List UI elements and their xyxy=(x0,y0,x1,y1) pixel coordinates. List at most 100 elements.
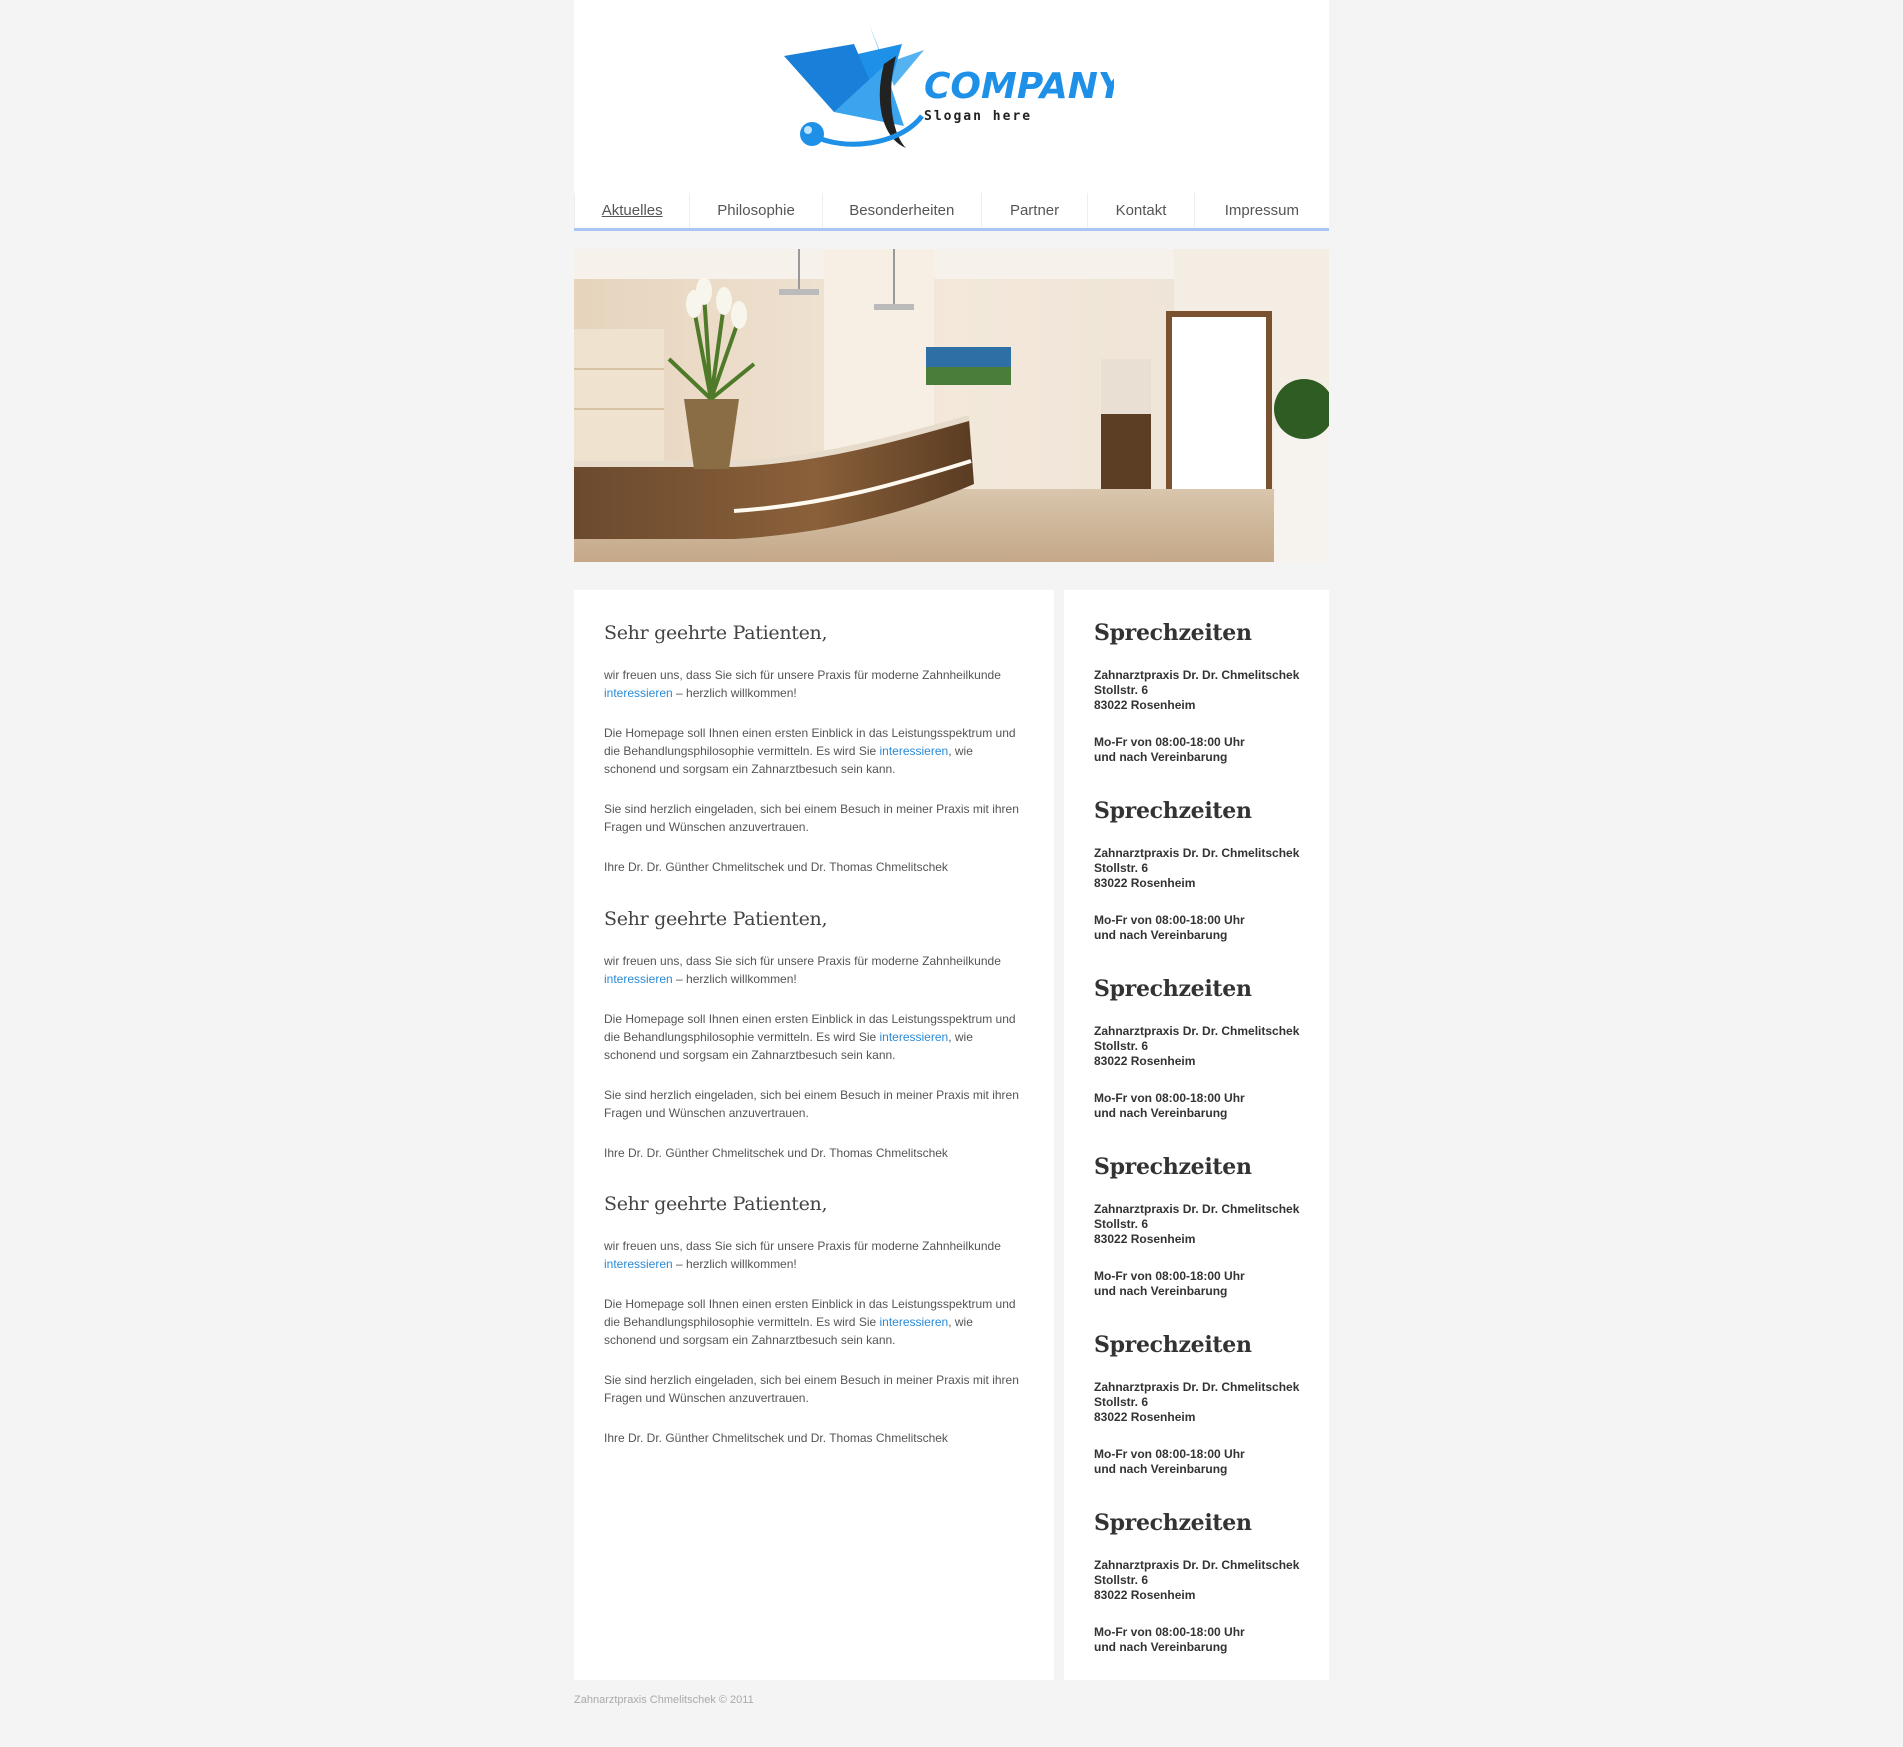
header: COMPANY Slogan here xyxy=(574,0,1329,193)
article-paragraph: Sie sind herzlich eingeladen, sich bei e… xyxy=(604,1373,1019,1405)
practice-city: 83022 Rosenheim xyxy=(1094,1054,1196,1068)
practice-address: Zahnarztpraxis Dr. Dr. Chmelitschek Stol… xyxy=(1094,1024,1324,1069)
sprechzeiten-block: Sprechzeiten Zahnarztpraxis Dr. Dr. Chme… xyxy=(1094,1332,1324,1477)
article-paragraph: wir freuen uns, dass Sie sich für unsere… xyxy=(604,952,1024,988)
hours-appointment: und nach Vereinbarung xyxy=(1094,1284,1228,1298)
hours-appointment: und nach Vereinbarung xyxy=(1094,750,1228,764)
opening-hours: Mo-Fr von 08:00-18:00 Uhr und nach Verei… xyxy=(1094,735,1324,765)
practice-name: Zahnarztpraxis Dr. Dr. Chmelitschek xyxy=(1094,846,1300,860)
paragraph-text: wir freuen uns, dass Sie sich für unsere… xyxy=(604,668,1001,682)
article: Sehr geehrte Patienten, wir freuen uns, … xyxy=(604,1193,1024,1447)
opening-hours: Mo-Fr von 08:00-18:00 Uhr und nach Verei… xyxy=(1094,913,1324,943)
article-signature: Ihre Dr. Dr. Günther Chmelitschek und Dr… xyxy=(604,1431,948,1445)
nav-item-philosophie[interactable]: Philosophie xyxy=(689,193,821,228)
article-paragraph: wir freuen uns, dass Sie sich für unsere… xyxy=(604,666,1024,702)
nav-item-impressum[interactable]: Impressum xyxy=(1193,193,1329,228)
logo-slogan: Slogan here xyxy=(924,109,1032,124)
article: Sehr geehrte Patienten, wir freuen uns, … xyxy=(604,622,1024,876)
article-paragraph: Sie sind herzlich eingeladen, sich bei e… xyxy=(604,1088,1019,1120)
paragraph-text: – herzlich willkommen! xyxy=(672,1257,797,1271)
practice-city: 83022 Rosenheim xyxy=(1094,1588,1196,1602)
article-heading: Sehr geehrte Patienten, xyxy=(604,622,828,644)
interessieren-link[interactable]: interessieren xyxy=(880,1315,949,1329)
practice-city: 83022 Rosenheim xyxy=(1094,1410,1196,1424)
block-heading: Sprechzeiten xyxy=(1094,1332,1252,1358)
practice-street: Stollstr. 6 xyxy=(1094,1217,1149,1231)
practice-street: Stollstr. 6 xyxy=(1094,1573,1149,1587)
practice-name: Zahnarztpraxis Dr. Dr. Chmelitschek xyxy=(1094,1024,1300,1038)
hours-weekdays: Mo-Fr von 08:00-18:00 Uhr xyxy=(1094,913,1245,927)
nav-item-partner[interactable]: Partner xyxy=(980,193,1087,228)
block-heading: Sprechzeiten xyxy=(1094,1510,1252,1536)
interessieren-link[interactable]: interessieren xyxy=(880,744,949,758)
interessieren-link[interactable]: interessieren xyxy=(604,1257,673,1271)
paragraph-text: – herzlich willkommen! xyxy=(672,972,797,986)
practice-street: Stollstr. 6 xyxy=(1094,1395,1149,1409)
article-heading: Sehr geehrte Patienten, xyxy=(604,1193,828,1215)
practice-name: Zahnarztpraxis Dr. Dr. Chmelitschek xyxy=(1094,1380,1300,1394)
hours-appointment: und nach Vereinbarung xyxy=(1094,1462,1228,1476)
paragraph-text: – herzlich willkommen! xyxy=(672,686,797,700)
nav-item-besonderheiten[interactable]: Besonderheiten xyxy=(821,193,981,228)
sprechzeiten-block: Sprechzeiten Zahnarztpraxis Dr. Dr. Chme… xyxy=(1094,976,1324,1121)
practice-city: 83022 Rosenheim xyxy=(1094,698,1196,712)
practice-street: Stollstr. 6 xyxy=(1094,1039,1149,1053)
practice-city: 83022 Rosenheim xyxy=(1094,1232,1196,1246)
hours-appointment: und nach Vereinbarung xyxy=(1094,1640,1228,1654)
opening-hours: Mo-Fr von 08:00-18:00 Uhr und nach Verei… xyxy=(1094,1091,1324,1121)
hours-weekdays: Mo-Fr von 08:00-18:00 Uhr xyxy=(1094,1269,1245,1283)
article-heading: Sehr geehrte Patienten, xyxy=(604,908,828,930)
hours-appointment: und nach Vereinbarung xyxy=(1094,928,1228,942)
hours-weekdays: Mo-Fr von 08:00-18:00 Uhr xyxy=(1094,1447,1245,1461)
block-heading: Sprechzeiten xyxy=(1094,1154,1252,1180)
practice-name: Zahnarztpraxis Dr. Dr. Chmelitschek xyxy=(1094,1202,1300,1216)
opening-hours: Mo-Fr von 08:00-18:00 Uhr und nach Verei… xyxy=(1094,1447,1324,1477)
sprechzeiten-block: Sprechzeiten Zahnarztpraxis Dr. Dr. Chme… xyxy=(1094,798,1324,943)
paragraph-text: wir freuen uns, dass Sie sich für unsere… xyxy=(604,954,1001,968)
practice-address: Zahnarztpraxis Dr. Dr. Chmelitschek Stol… xyxy=(1094,668,1324,713)
practice-street: Stollstr. 6 xyxy=(1094,861,1149,875)
practice-name: Zahnarztpraxis Dr. Dr. Chmelitschek xyxy=(1094,668,1300,682)
hours-weekdays: Mo-Fr von 08:00-18:00 Uhr xyxy=(1094,1625,1245,1639)
logo-wordmark: COMPANY xyxy=(924,66,1114,107)
opening-hours: Mo-Fr von 08:00-18:00 Uhr und nach Verei… xyxy=(1094,1625,1324,1655)
hero-image xyxy=(574,249,1329,562)
block-heading: Sprechzeiten xyxy=(1094,976,1252,1002)
company-logo[interactable]: COMPANY Slogan here xyxy=(774,16,1114,168)
main-content: Sehr geehrte Patienten, wir freuen uns, … xyxy=(574,590,1054,1680)
hours-weekdays: Mo-Fr von 08:00-18:00 Uhr xyxy=(1094,1091,1245,1105)
article-paragraph: wir freuen uns, dass Sie sich für unsere… xyxy=(604,1237,1024,1273)
practice-name: Zahnarztpraxis Dr. Dr. Chmelitschek xyxy=(1094,1558,1300,1572)
hours-appointment: und nach Vereinbarung xyxy=(1094,1106,1228,1120)
article-paragraph: Sie sind herzlich eingeladen, sich bei e… xyxy=(604,802,1019,834)
sprechzeiten-block: Sprechzeiten Zahnarztpraxis Dr. Dr. Chme… xyxy=(1094,1510,1324,1655)
practice-street: Stollstr. 6 xyxy=(1094,683,1149,697)
interessieren-link[interactable]: interessieren xyxy=(604,686,673,700)
footer-copyright: Zahnarztpraxis Chmelitschek © 2011 xyxy=(574,1694,754,1706)
article-signature: Ihre Dr. Dr. Günther Chmelitschek und Dr… xyxy=(604,1146,948,1160)
interessieren-link[interactable]: interessieren xyxy=(880,1030,949,1044)
opening-hours: Mo-Fr von 08:00-18:00 Uhr und nach Verei… xyxy=(1094,1269,1324,1299)
article-paragraph: Die Homepage soll Ihnen einen ersten Ein… xyxy=(604,724,1024,778)
block-heading: Sprechzeiten xyxy=(1094,798,1252,824)
article-paragraph: Die Homepage soll Ihnen einen ersten Ein… xyxy=(604,1295,1024,1349)
main-nav: Aktuelles Philosophie Besonderheiten Par… xyxy=(574,193,1329,231)
article: Sehr geehrte Patienten, wir freuen uns, … xyxy=(604,908,1024,1162)
paragraph-text: wir freuen uns, dass Sie sich für unsere… xyxy=(604,1239,1001,1253)
practice-address: Zahnarztpraxis Dr. Dr. Chmelitschek Stol… xyxy=(1094,846,1324,891)
article-signature: Ihre Dr. Dr. Günther Chmelitschek und Dr… xyxy=(604,860,948,874)
practice-address: Zahnarztpraxis Dr. Dr. Chmelitschek Stol… xyxy=(1094,1202,1324,1247)
practice-address: Zahnarztpraxis Dr. Dr. Chmelitschek Stol… xyxy=(1094,1558,1324,1603)
article-paragraph: Die Homepage soll Ihnen einen ersten Ein… xyxy=(604,1010,1024,1064)
sprechzeiten-block: Sprechzeiten Zahnarztpraxis Dr. Dr. Chme… xyxy=(1094,620,1324,765)
page: COMPANY Slogan here Aktuelles Philosophi… xyxy=(574,0,1329,1706)
nav-item-aktuelles[interactable]: Aktuelles xyxy=(574,193,689,228)
nav-item-kontakt[interactable]: Kontakt xyxy=(1087,193,1193,228)
practice-city: 83022 Rosenheim xyxy=(1094,876,1196,890)
hours-weekdays: Mo-Fr von 08:00-18:00 Uhr xyxy=(1094,735,1245,749)
sprechzeiten-block: Sprechzeiten Zahnarztpraxis Dr. Dr. Chme… xyxy=(1094,1154,1324,1299)
sidebar: Sprechzeiten Zahnarztpraxis Dr. Dr. Chme… xyxy=(1064,590,1329,1680)
interessieren-link[interactable]: interessieren xyxy=(604,972,673,986)
block-heading: Sprechzeiten xyxy=(1094,620,1252,646)
practice-address: Zahnarztpraxis Dr. Dr. Chmelitschek Stol… xyxy=(1094,1380,1324,1425)
